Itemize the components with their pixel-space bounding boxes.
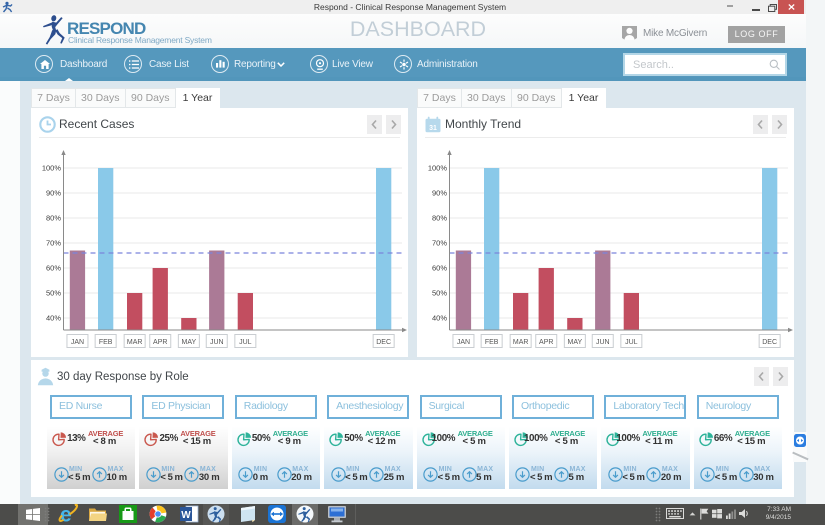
svg-text:JAN: JAN [71,339,84,346]
svg-text:JAN: JAN [457,339,470,346]
svg-text:MAR: MAR [513,339,529,346]
svg-text:DEC: DEC [762,339,777,346]
svg-text:50%: 50% [432,289,447,298]
svg-text:60%: 60% [46,264,61,273]
svg-text:APR: APR [539,339,553,346]
svg-text:W: W [181,510,191,521]
svg-text:APR: APR [153,339,167,346]
svg-text:FEB: FEB [485,339,499,346]
svg-text:MAY: MAY [182,339,197,346]
svg-text:80%: 80% [46,214,61,223]
svg-text:DEC: DEC [376,339,391,346]
svg-text:40%: 40% [432,314,447,323]
svg-text:40%: 40% [46,314,61,323]
svg-text:90%: 90% [432,189,447,198]
svg-text:70%: 70% [46,239,61,248]
svg-text:60%: 60% [432,264,447,273]
svg-text:80%: 80% [432,214,447,223]
svg-text:JUL: JUL [239,339,252,346]
svg-text:MAY: MAY [568,339,583,346]
svg-text:90%: 90% [46,189,61,198]
svg-text:100%: 100% [42,164,62,173]
svg-text:JUN: JUN [210,339,224,346]
svg-text:FEB: FEB [99,339,113,346]
svg-text:70%: 70% [432,239,447,248]
svg-text:JUN: JUN [596,339,610,346]
svg-text:50%: 50% [46,289,61,298]
svg-text:100%: 100% [428,164,448,173]
svg-text:JUL: JUL [625,339,638,346]
svg-text:MAR: MAR [127,339,143,346]
